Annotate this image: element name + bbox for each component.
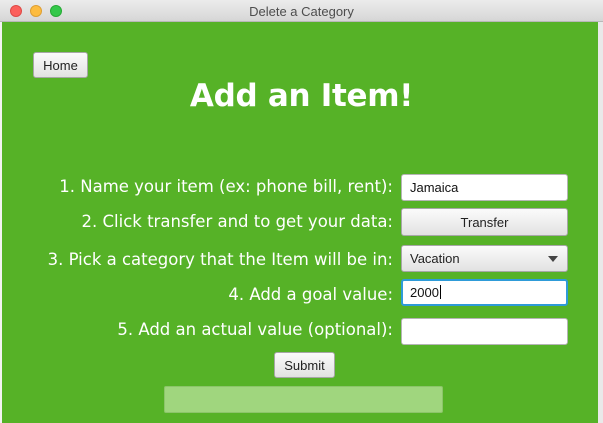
category-dropdown[interactable]: Vacation: [401, 245, 568, 272]
window-title: Delete a Category: [249, 4, 354, 19]
goal-label: 4. Add a goal value:: [228, 285, 393, 304]
page-title: Add an Item!: [189, 78, 414, 114]
transfer-label: 2. Click transfer and to get your data:: [81, 212, 393, 231]
text-cursor: [439, 285, 441, 299]
goal-value-input[interactable]: 2000: [401, 279, 568, 306]
submit-button[interactable]: Submit: [274, 352, 335, 378]
name-label: 1. Name your item (ex: phone bill, rent)…: [59, 177, 393, 196]
home-button[interactable]: Home: [33, 52, 88, 78]
app-window: Delete a Category Home Add an Item! 1. N…: [0, 0, 603, 423]
item-name-input[interactable]: Jamaica: [401, 174, 568, 201]
title-bar: Delete a Category: [0, 0, 603, 22]
chevron-down-icon: [548, 256, 558, 262]
status-bar: [164, 386, 443, 413]
category-selected-value: Vacation: [410, 251, 460, 266]
actual-value-input[interactable]: [401, 318, 568, 345]
goal-value-text: 2000: [410, 285, 439, 300]
category-label: 3. Pick a category that the Item will be…: [47, 250, 393, 269]
actual-label: 5. Add an actual value (optional):: [117, 320, 393, 339]
transfer-button[interactable]: Transfer: [401, 208, 568, 236]
